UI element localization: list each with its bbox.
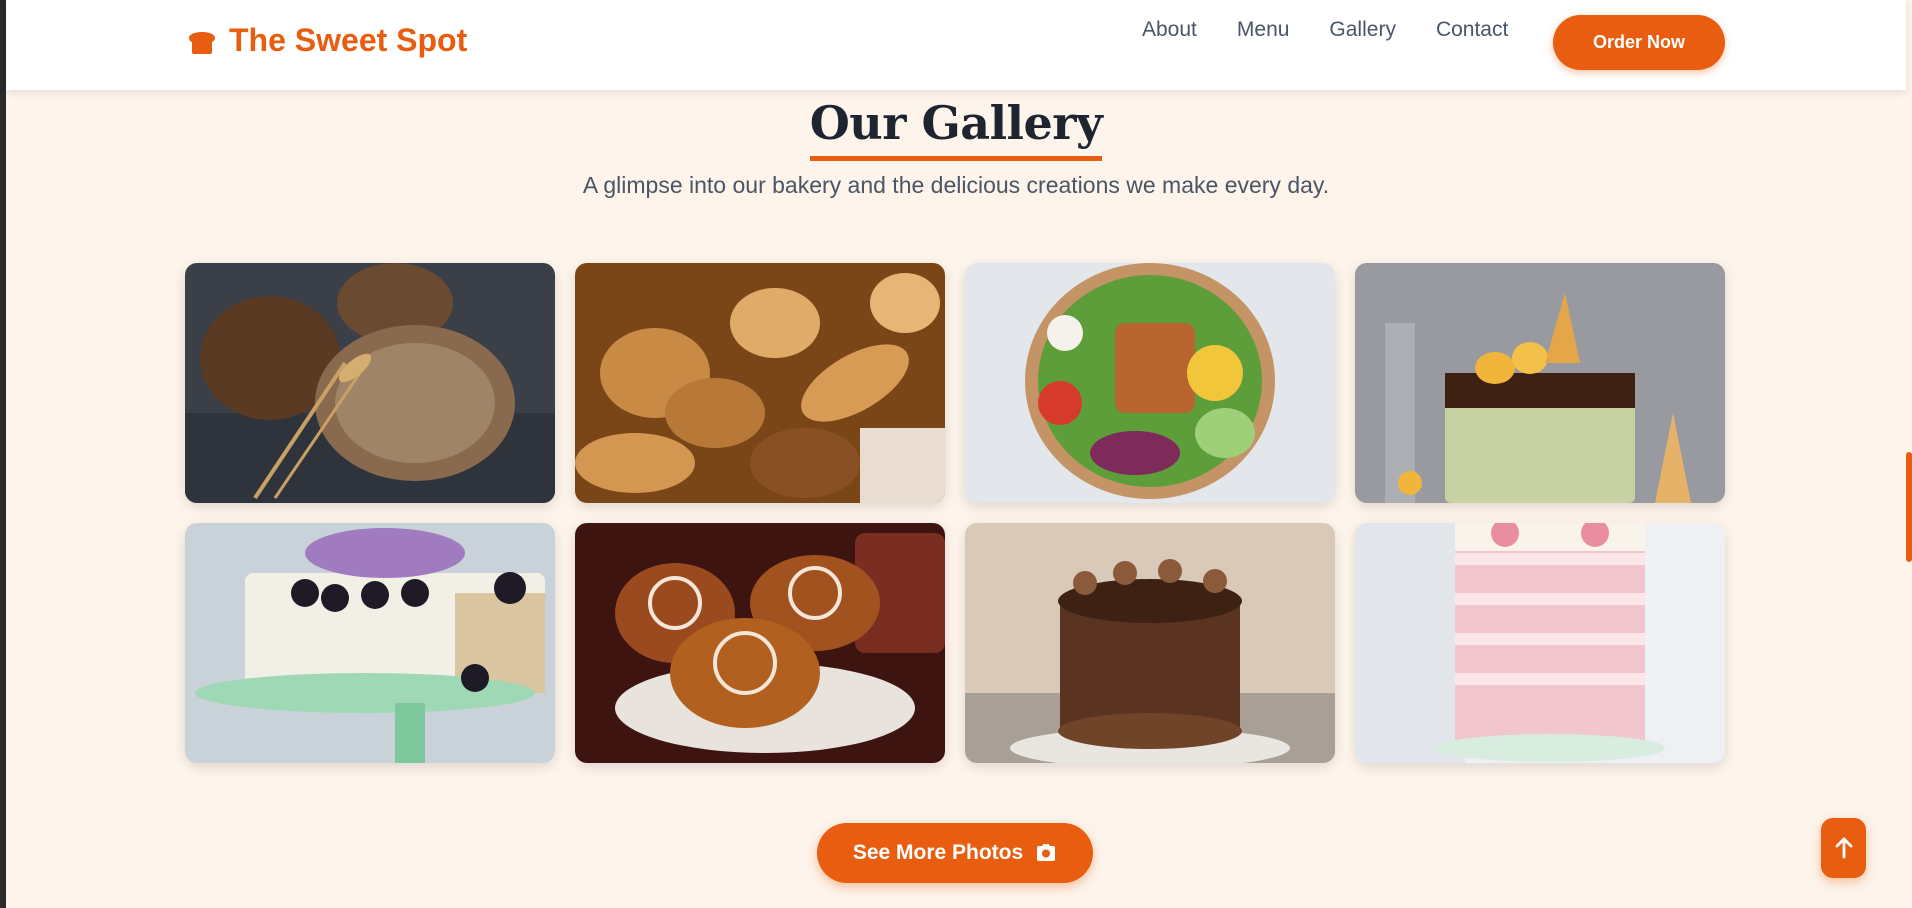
bread-icon [189, 31, 215, 54]
nav-menu[interactable]: Menu [1237, 18, 1290, 42]
gallery-subtitle: A glimpse into our bakery and the delici… [582, 172, 1330, 198]
gallery-photo-salad-bowl[interactable] [965, 263, 1335, 503]
brand-logo[interactable]: The Sweet Spot [185, 22, 467, 59]
scroll-to-top-button[interactable] [1821, 818, 1866, 878]
gallery-title: Our Gallery [809, 96, 1103, 161]
gallery-photo-chocolate-cake[interactable] [965, 523, 1335, 763]
gallery-title-wrap: Our Gallery [0, 96, 1912, 161]
gallery-photo-bread-rolls[interactable] [575, 263, 945, 503]
scrollbar-thumb[interactable] [1906, 452, 1912, 562]
gallery-photo-drip-cake[interactable] [1355, 263, 1725, 503]
gallery-photo-bread-loaves[interactable] [185, 263, 555, 503]
see-more-photos-label: See More Photos [852, 841, 1024, 864]
camera-icon [1037, 844, 1056, 861]
nav-about[interactable]: About [1142, 18, 1197, 42]
brand-name: The Sweet Spot [229, 22, 468, 58]
gallery-photo-blackberry-cake[interactable] [185, 523, 555, 763]
arrow-up-icon [1835, 837, 1852, 859]
main-nav: About Menu Gallery Contact [1142, 18, 1508, 42]
nav-gallery[interactable]: Gallery [1329, 18, 1396, 42]
gallery-photo-pink-cake[interactable] [1355, 523, 1725, 763]
nav-contact[interactable]: Contact [1436, 18, 1508, 42]
see-more-photos-button[interactable]: See More Photos [817, 823, 1093, 883]
gallery-photo-cinnamon-rolls[interactable] [575, 523, 945, 763]
site-header: The Sweet Spot About Menu Gallery Contac… [6, 0, 1906, 90]
order-now-button[interactable]: Order Now [1553, 15, 1725, 70]
